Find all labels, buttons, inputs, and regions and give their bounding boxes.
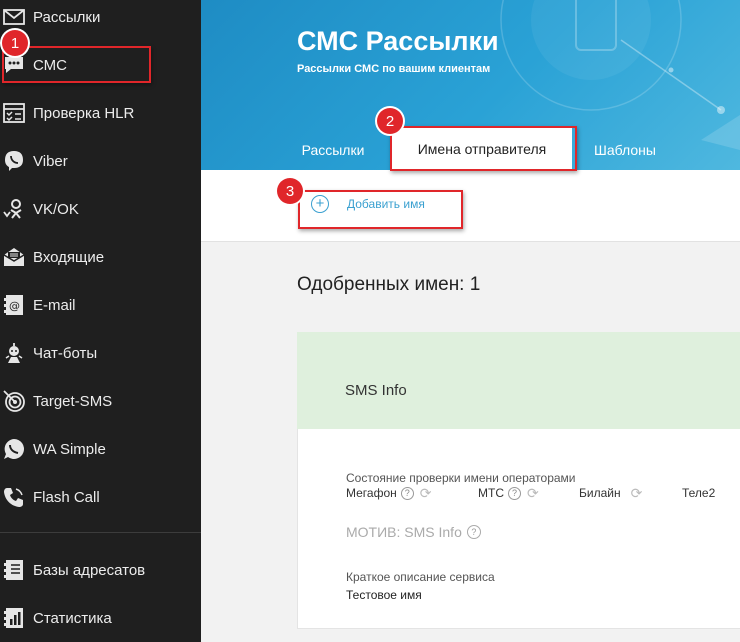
checklist-icon	[2, 101, 26, 125]
tab-sender-names[interactable]: Имена отправителя	[392, 128, 572, 170]
help-icon[interactable]: ?	[400, 486, 414, 500]
sidebar-item-label: Flash Call	[33, 488, 100, 506]
sidebar-item-email[interactable]: @ E-mail	[0, 281, 201, 329]
svg-text:@: @	[9, 300, 20, 313]
plus-circle-icon: +	[311, 195, 329, 213]
description-label: Краткое описание сервиса	[346, 570, 495, 584]
operator-label: МТС	[478, 486, 504, 500]
page-header: СМС Рассылки Рассылки СМС по вашим клиен…	[201, 0, 740, 170]
sidebar: Рассылки СМС Проверка HLR Viber VK/OK Вх…	[0, 0, 201, 642]
page-subtitle: Рассылки СМС по вашим клиентам	[297, 63, 491, 75]
refresh-icon: ⟳	[419, 485, 432, 501]
refresh-icon: ⟳	[527, 485, 539, 501]
sidebar-item-target-sms[interactable]: Target-SMS	[0, 377, 201, 425]
sender-card-body: Состояние проверки имени операторами Мег…	[297, 429, 740, 629]
motiv-status: МОТИВ: SMS Info ?	[346, 524, 481, 540]
sidebar-item-label: Viber	[33, 152, 68, 170]
sender-name: SMS Info	[345, 382, 407, 399]
email-at-icon: @	[2, 293, 26, 317]
step-badge-3: 3	[277, 178, 303, 204]
sidebar-item-label: Базы адресатов	[33, 561, 146, 579]
vk-ok-icon	[2, 197, 26, 221]
operator-status-title: Состояние проверки имени операторами	[346, 471, 576, 485]
operator-label: Теле2	[682, 486, 716, 500]
sidebar-item-inbox[interactable]: Входящие	[0, 233, 201, 281]
sidebar-item-label: Рассылки	[33, 8, 101, 26]
sidebar-item-label: Target-SMS	[33, 392, 113, 410]
step-badge-2: 2	[377, 108, 403, 134]
operator-tele2: Теле2	[682, 486, 715, 500]
chat-bubble-icon	[2, 53, 26, 77]
sidebar-item-label: Статистика	[33, 609, 112, 627]
help-icon[interactable]: ?	[508, 486, 521, 500]
sidebar-item-sms[interactable]: СМС	[0, 41, 201, 89]
step-badge-1: 1	[2, 30, 28, 56]
sidebar-item-label: E-mail	[33, 296, 76, 314]
tab-mailings[interactable]: Рассылки	[293, 130, 373, 170]
envelope-icon	[2, 5, 26, 29]
operator-label: Билайн	[579, 486, 621, 500]
sidebar-item-statistics[interactable]: Статистика	[0, 594, 201, 642]
sidebar-item-chatbots[interactable]: Чат-боты	[0, 329, 201, 377]
robot-icon	[2, 341, 26, 365]
sidebar-item-viber[interactable]: Viber	[0, 137, 201, 185]
phone-icon	[2, 485, 26, 509]
page-title: СМС Рассылки	[297, 26, 499, 56]
sidebar-item-wa-simple[interactable]: WA Simple	[0, 425, 201, 473]
motiv-label: МОТИВ: SMS Info	[346, 524, 462, 540]
sidebar-divider	[0, 532, 201, 533]
sidebar-item-vk-ok[interactable]: VK/OK	[0, 185, 201, 233]
operator-label: Мегафон	[346, 486, 397, 500]
viber-icon	[2, 149, 26, 173]
tab-templates[interactable]: Шаблоны	[585, 130, 665, 170]
sidebar-item-mailings[interactable]: Рассылки	[0, 0, 201, 41]
approved-names-heading: Одобренных имен: 1	[297, 274, 481, 295]
sidebar-item-hlr[interactable]: Проверка HLR	[0, 89, 201, 137]
whatsapp-icon	[2, 437, 26, 461]
sidebar-item-label: WA Simple	[33, 440, 106, 458]
sidebar-item-label: СМС	[33, 56, 67, 74]
address-list-icon	[2, 558, 26, 582]
sender-card-header[interactable]: SMS Info	[297, 332, 740, 429]
operator-beeline: Билайн ⟳	[579, 486, 642, 500]
bar-chart-icon	[2, 606, 26, 630]
operator-mts: МТС ? ⟳	[478, 486, 539, 500]
target-icon	[2, 389, 26, 413]
sidebar-item-label: VK/OK	[33, 200, 79, 218]
help-icon[interactable]: ?	[466, 525, 481, 539]
sidebar-item-label: Чат-боты	[33, 344, 98, 362]
add-name-label: Добавить имя	[347, 197, 425, 211]
inbox-icon	[2, 245, 26, 269]
sidebar-item-label: Проверка HLR	[33, 104, 135, 122]
sidebar-item-label: Входящие	[33, 248, 105, 266]
refresh-icon: ⟳	[630, 485, 643, 501]
sidebar-item-flash-call[interactable]: Flash Call	[0, 473, 201, 521]
sidebar-item-address-bases[interactable]: Базы адресатов	[0, 546, 201, 594]
operator-megafon: Мегафон ? ⟳	[346, 486, 432, 500]
description-value: Тестовое имя	[346, 588, 422, 602]
add-name-button[interactable]: + Добавить имя	[311, 195, 425, 213]
